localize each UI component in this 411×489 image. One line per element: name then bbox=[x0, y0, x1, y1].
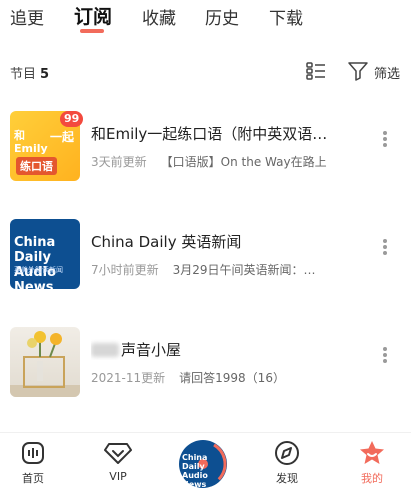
cover-text: 一起 bbox=[49, 130, 74, 144]
blurred-text bbox=[91, 343, 119, 357]
cover-text: China Daily Audio News bbox=[14, 235, 57, 289]
program-title: 和Emily一起练口语（附中英双语… bbox=[91, 125, 328, 143]
update-time: 3天前更新 bbox=[91, 155, 147, 169]
now-playing-button[interactable]: China Daily Audio News bbox=[179, 440, 227, 488]
program-meta: 2021-11更新 请回答1998（16） bbox=[91, 369, 361, 386]
filter-icon bbox=[348, 62, 368, 81]
nav-label: 首页 bbox=[22, 472, 44, 485]
program-cover: China Daily Audio News 英美外籍读新闻 bbox=[10, 219, 80, 289]
nav-label: 我的 bbox=[361, 472, 383, 485]
program-count: 节目 5 bbox=[10, 67, 50, 82]
cover-text: 练口语 bbox=[16, 157, 57, 175]
list-view-button[interactable] bbox=[304, 59, 328, 83]
now-playing-cover-text: China Daily Audio News bbox=[182, 453, 208, 488]
program-meta: 3天前更新 【口语版】On the Way在路上 bbox=[91, 153, 361, 170]
latest-episode: 【口语版】On the Way在路上 bbox=[160, 155, 327, 169]
profile-icon bbox=[360, 441, 384, 464]
nav-profile[interactable]: 我的 bbox=[347, 439, 397, 487]
list-item[interactable]: 和Emily 一起 练口语 99 和Emily一起练口语（附中英双语… 3天前更… bbox=[0, 111, 411, 191]
nav-label: VIP bbox=[109, 470, 127, 483]
tab-following[interactable]: 追更 bbox=[10, 4, 44, 29]
program-cover bbox=[10, 327, 80, 397]
top-tab-bar: 追更 订阅 收藏 历史 下载 bbox=[0, 0, 411, 36]
bottom-navigation: 首页 VIP China Daily Audio News 发现 我的 bbox=[0, 432, 411, 489]
latest-episode: 请回答1998（16） bbox=[179, 371, 285, 385]
more-options-button[interactable] bbox=[378, 129, 392, 151]
filter-button[interactable]: 筛选 bbox=[346, 59, 406, 83]
tab-history[interactable]: 历史 bbox=[205, 4, 239, 29]
nav-vip[interactable]: VIP bbox=[93, 439, 143, 487]
program-meta: 7小时前更新 3月29日午间英语新闻：… bbox=[91, 261, 361, 278]
nav-label: 发现 bbox=[276, 472, 298, 485]
update-time: 7小时前更新 bbox=[91, 263, 159, 277]
unread-badge: 99 bbox=[60, 111, 84, 127]
tab-favorites[interactable]: 收藏 bbox=[142, 4, 176, 29]
flower-vase-illustration bbox=[10, 331, 80, 397]
vip-icon bbox=[104, 443, 132, 464]
latest-episode: 3月29日午间英语新闻：… bbox=[172, 263, 316, 277]
home-icon bbox=[22, 442, 44, 464]
more-options-button[interactable] bbox=[378, 345, 392, 367]
update-time: 2021-11更新 bbox=[91, 371, 166, 385]
active-tab-indicator bbox=[80, 29, 104, 33]
more-options-button[interactable] bbox=[378, 237, 392, 259]
filter-label: 筛选 bbox=[374, 67, 401, 82]
program-count-row: 节目 5 筛选 bbox=[0, 56, 411, 86]
program-title: 声音小屋 bbox=[91, 339, 361, 360]
tab-downloads[interactable]: 下载 bbox=[269, 4, 303, 29]
list-item[interactable]: 声音小屋 2021-11更新 请回答1998（16） bbox=[0, 327, 411, 407]
nav-discover[interactable]: 发现 bbox=[262, 439, 312, 487]
discover-icon bbox=[275, 441, 299, 465]
list-item[interactable]: China Daily Audio News 英美外籍读新闻 China Dai… bbox=[0, 219, 411, 299]
cover-text: 英美外籍读新闻 bbox=[14, 266, 63, 274]
tab-subscriptions[interactable]: 订阅 bbox=[74, 2, 112, 29]
program-title: China Daily 英语新闻 bbox=[91, 233, 242, 251]
list-view-icon bbox=[306, 62, 325, 80]
nav-home[interactable]: 首页 bbox=[8, 439, 58, 487]
